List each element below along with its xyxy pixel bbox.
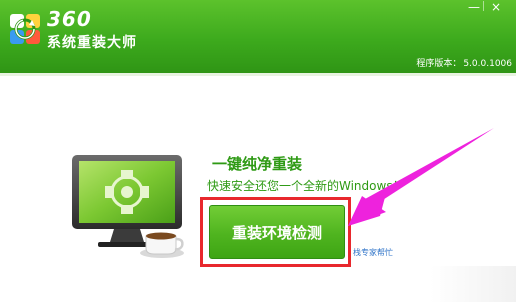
- help-link[interactable]: 栈专家帮忙: [353, 247, 393, 258]
- header-divider: [0, 73, 516, 76]
- brand-name: 系统重装大师: [47, 35, 137, 51]
- brand-number: 360: [47, 7, 92, 31]
- version-label: 程序版本：: [416, 59, 462, 69]
- title-bar: 360 系统重装大师 — × 程序版本： 5.0.0.1006: [0, 0, 516, 73]
- monitor-with-coffee-icon: [72, 155, 184, 258]
- version-value: 5.0.0.1006: [463, 59, 512, 69]
- logo-icon: [10, 14, 40, 44]
- version-info: 程序版本： 5.0.0.1006: [416, 56, 512, 69]
- page-subtitle: 快速安全还您一个全新的Windows！: [207, 179, 405, 193]
- close-icon[interactable]: ×: [486, 0, 506, 14]
- environment-check-button[interactable]: 重装环境检测: [209, 205, 345, 259]
- watermark-fade: [430, 266, 516, 302]
- page-title: 一键纯净重装: [212, 155, 303, 173]
- control-divider: [483, 1, 484, 11]
- minimize-icon[interactable]: —: [464, 0, 484, 14]
